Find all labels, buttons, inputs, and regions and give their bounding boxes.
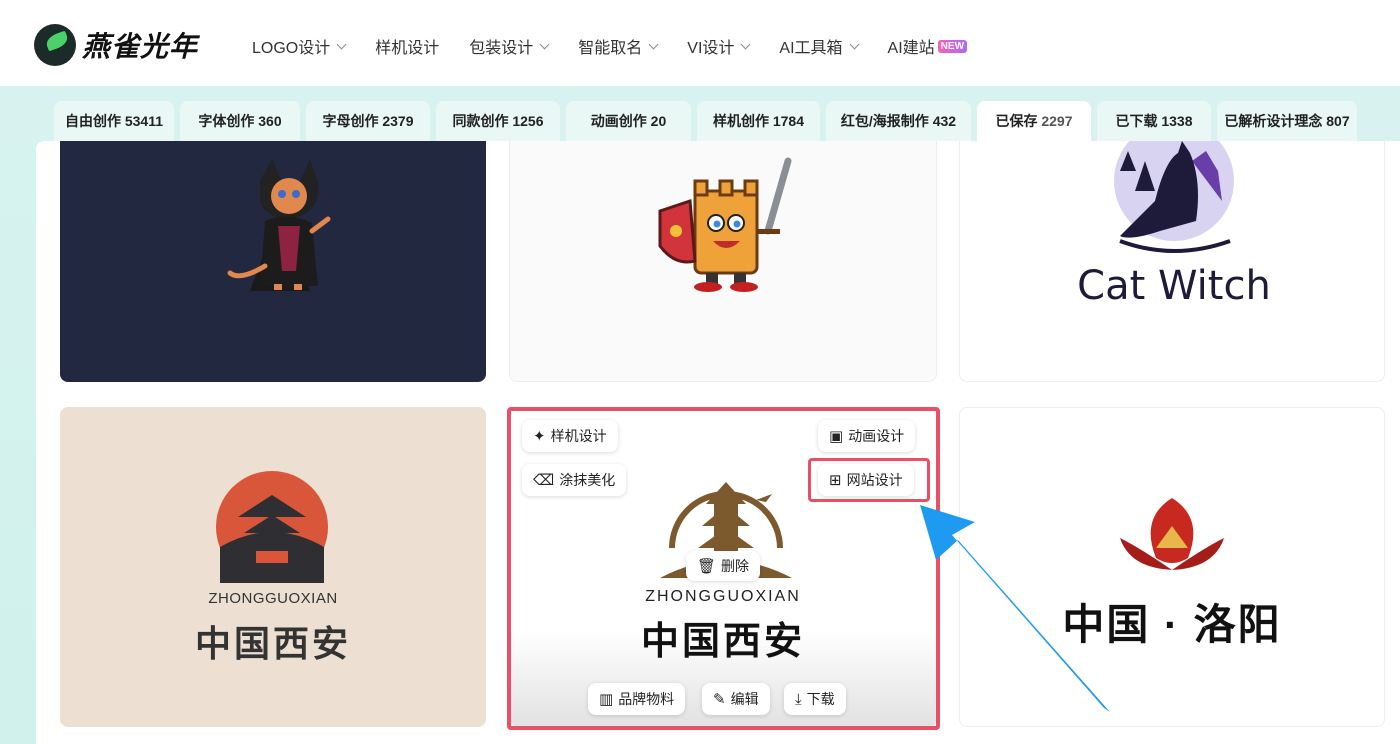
logo-card-castle-mascot[interactable] xyxy=(509,141,937,382)
nav-ai-site-builder[interactable]: AI建站 NEW xyxy=(888,34,968,58)
tab-analyzed-concepts[interactable]: 已解析设计理念 807 xyxy=(1217,101,1357,141)
tab-same-style-creation[interactable]: 同款创作 1256 xyxy=(436,101,560,141)
logo-card-xian-beige[interactable]: ZHONGGUOXIAN 中国西安 xyxy=(60,407,486,727)
tab-font-creation[interactable]: 字体创作 360 xyxy=(180,101,300,141)
tab-saved[interactable]: 已保存 2297 xyxy=(977,101,1091,141)
tab-downloaded[interactable]: 已下载 1338 xyxy=(1097,101,1211,141)
selected-card-highlight xyxy=(507,407,940,730)
nav-ai-toolbox[interactable]: AI工具箱 xyxy=(779,34,859,58)
xian-pagoda-logo xyxy=(216,471,328,583)
tab-animation-creation[interactable]: 动画创作 20 xyxy=(566,101,691,141)
creation-tabs: 自由创作 53411 字体创作 360 字母创作 2379 同款创作 1256 … xyxy=(54,101,1357,141)
chevron-down-icon xyxy=(740,39,751,49)
chevron-down-icon xyxy=(648,39,659,49)
xian-pinyin: ZHONGGUOXIAN xyxy=(208,590,338,607)
website-design-highlight xyxy=(808,458,930,502)
nav-smart-naming[interactable]: 智能取名 xyxy=(578,34,659,58)
logo-card-luoyang[interactable]: 中国 · 洛阳 xyxy=(959,407,1385,727)
hooded-cat-illustration xyxy=(227,159,331,291)
xian-title: 中国西安 xyxy=(194,623,351,664)
chevron-down-icon xyxy=(849,39,859,49)
luoyang-title: 中国 · 洛阳 xyxy=(1062,601,1282,648)
tab-letter-creation[interactable]: 字母创作 2379 xyxy=(306,101,430,141)
tab-poster-creation[interactable]: 红包/海报制作 432 xyxy=(826,101,971,141)
chevron-down-icon xyxy=(539,39,550,49)
chevron-down-icon xyxy=(336,39,347,49)
logo-card-cat-witch[interactable]: Cat Witch xyxy=(959,141,1385,382)
luoyang-lotus-logo xyxy=(1120,498,1224,570)
brand-name: 燕雀光年 xyxy=(82,31,199,62)
cat-witch-logo: Cat Witch xyxy=(1077,141,1271,309)
main-nav: LOGO设计 样机设计 包装设计 智能取名 VI设计 AI工具箱 AI建站 NEW xyxy=(252,34,997,58)
logo-card-hooded-cat[interactable] xyxy=(60,141,486,382)
tab-mockup-creation[interactable]: 样机创作 1784 xyxy=(697,101,820,141)
swallow-logo-icon xyxy=(34,24,76,66)
nav-mockup-design[interactable]: 样机设计 xyxy=(375,34,439,58)
nav-packaging-design[interactable]: 包装设计 xyxy=(469,34,550,58)
nav-vi-design[interactable]: VI设计 xyxy=(687,34,751,58)
brand-logo[interactable]: 燕雀光年 xyxy=(34,24,198,66)
new-badge: NEW xyxy=(937,39,968,53)
top-navbar: 燕雀光年 LOGO设计 样机设计 包装设计 智能取名 VI设计 AI工具箱 AI… xyxy=(0,0,1400,86)
castle-mascot-illustration xyxy=(658,157,792,292)
cat-witch-text: Cat Witch xyxy=(1077,263,1271,309)
nav-logo-design[interactable]: LOGO设计 xyxy=(252,34,347,58)
tab-free-creation[interactable]: 自由创作 53411 xyxy=(54,101,174,141)
